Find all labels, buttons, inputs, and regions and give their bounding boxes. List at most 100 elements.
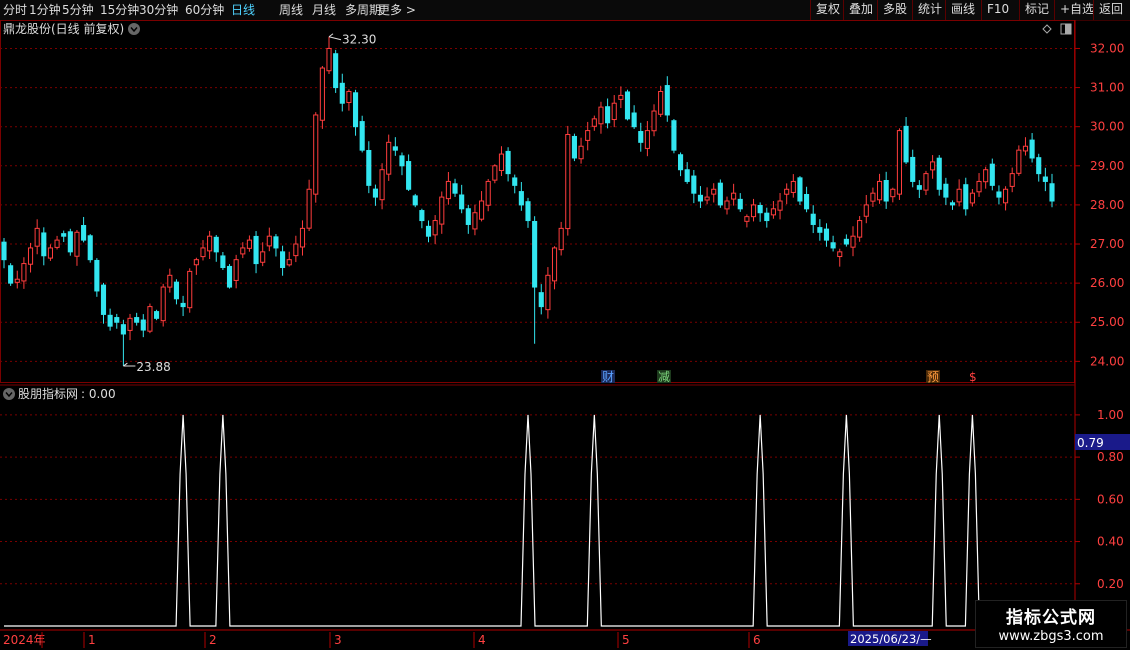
candle — [810, 213, 816, 225]
candle — [717, 182, 723, 206]
candle — [412, 195, 418, 206]
candle — [1016, 149, 1022, 174]
toolbar-button[interactable]: 复权 — [810, 0, 846, 20]
candle — [459, 194, 465, 210]
event-marker-dollar[interactable]: $ — [969, 370, 977, 384]
candle — [87, 235, 93, 261]
toolbar-button[interactable]: 画线 — [945, 0, 981, 20]
candle — [299, 227, 306, 248]
candle — [797, 177, 803, 202]
toolbar-button[interactable]: 标记 — [1019, 0, 1055, 20]
candle — [134, 317, 140, 323]
period-tab[interactable]: 30分钟 — [139, 1, 178, 19]
candle — [890, 188, 896, 198]
candle — [571, 135, 577, 159]
candle — [863, 204, 869, 217]
stock-title: 鼎龙股份(日线 前复权) — [3, 21, 124, 36]
period-tab[interactable]: 分时 — [3, 1, 27, 19]
candle — [850, 235, 856, 248]
candle — [764, 212, 770, 222]
period-tab[interactable]: 多周期 — [345, 1, 381, 19]
candle — [724, 200, 730, 210]
period-tab[interactable]: 月线 — [312, 1, 336, 19]
period-tab[interactable]: 5分钟 — [62, 1, 94, 19]
candle — [465, 208, 471, 225]
date-label-month: 2 — [209, 633, 217, 647]
candle — [930, 161, 936, 171]
date-label-month: 4 — [478, 633, 486, 647]
period-tab[interactable]: 1分钟 — [29, 1, 61, 19]
candle — [684, 169, 690, 182]
event-marker-reduce[interactable]: 减 — [658, 370, 670, 384]
chart-area: 鼎龙股份(日线 前复权) 24.00 25.00 26.00 27.00 28.00 29… — [0, 20, 1130, 648]
event-marker-forecast[interactable]: 预 — [927, 370, 939, 384]
candle — [193, 259, 199, 266]
candle — [140, 319, 146, 331]
candle — [61, 233, 67, 237]
price-tick-label: 26.00 — [1090, 276, 1124, 290]
toolbar-button[interactable]: 返回 — [1093, 0, 1129, 20]
event-markers: 财 减 预 $ — [601, 370, 977, 384]
candle — [266, 235, 272, 247]
candle — [638, 131, 644, 143]
candle — [187, 270, 193, 309]
toolbar-button[interactable]: 叠加 — [843, 0, 879, 20]
candle — [969, 192, 975, 204]
indicator-tick-label: 0.20 — [1097, 577, 1124, 591]
period-tab[interactable]: 日线 — [231, 1, 255, 19]
candle — [14, 278, 20, 283]
candle — [611, 102, 617, 121]
candle — [525, 201, 531, 222]
candle — [976, 180, 982, 193]
period-tab[interactable]: 15分钟 — [100, 1, 139, 19]
candle — [180, 302, 186, 308]
candle — [916, 185, 922, 190]
candle — [485, 180, 491, 206]
candle — [631, 112, 637, 128]
candle — [47, 247, 53, 259]
price-axis-ticks: 24.00 25.00 26.00 27.00 28.00 29.00 30.00 31.00… — [1075, 41, 1124, 368]
candle — [200, 247, 206, 258]
watermark-line1: 指标公式网 — [1006, 608, 1096, 628]
candle — [154, 311, 160, 319]
toolbar-button[interactable]: 多股 — [877, 0, 913, 20]
candle — [903, 125, 909, 163]
indicator-tick-label: 0.60 — [1097, 492, 1124, 506]
period-tab[interactable]: 周线 — [279, 1, 303, 19]
indicator-title: 股朋指标网 — [18, 386, 78, 401]
diamond-icon[interactable] — [1042, 24, 1052, 34]
cursor-value-label: 0.79 — [1077, 436, 1104, 450]
candle — [1036, 157, 1042, 175]
low-price-label: 23.88 — [136, 360, 170, 374]
candle — [1049, 183, 1055, 202]
indicator-grid — [0, 414, 1074, 585]
candle — [114, 317, 120, 323]
candle — [372, 188, 378, 198]
date-label-month: 1 — [88, 633, 96, 647]
toolbar-button[interactable]: 统计 — [912, 0, 948, 20]
toolbar-button[interactable]: F10 — [981, 0, 1015, 20]
candle — [1042, 176, 1048, 182]
price-tick-label: 30.00 — [1090, 120, 1124, 134]
candle — [1029, 139, 1035, 159]
candle — [339, 82, 345, 104]
watermark-line2: www.zbgs3.com — [998, 629, 1104, 644]
date-label-year: 2024年 — [3, 633, 46, 647]
indicator-dropdown-icon[interactable] — [3, 388, 15, 400]
candle — [757, 205, 763, 214]
candle — [386, 141, 392, 175]
indicator-tick-label: 0.40 — [1097, 535, 1124, 549]
event-marker-finance[interactable]: 财 — [602, 370, 614, 384]
candle — [518, 191, 524, 206]
candle — [352, 92, 359, 128]
candle — [27, 247, 34, 265]
candle — [366, 150, 372, 186]
period-tab[interactable]: 更多 > — [378, 1, 416, 19]
period-tab[interactable]: 60分钟 — [185, 1, 224, 19]
candle — [618, 94, 624, 100]
candle — [273, 236, 279, 249]
title-dropdown-icon[interactable] — [128, 23, 140, 35]
candle — [472, 212, 478, 230]
candle — [379, 169, 385, 201]
candle — [173, 281, 180, 300]
